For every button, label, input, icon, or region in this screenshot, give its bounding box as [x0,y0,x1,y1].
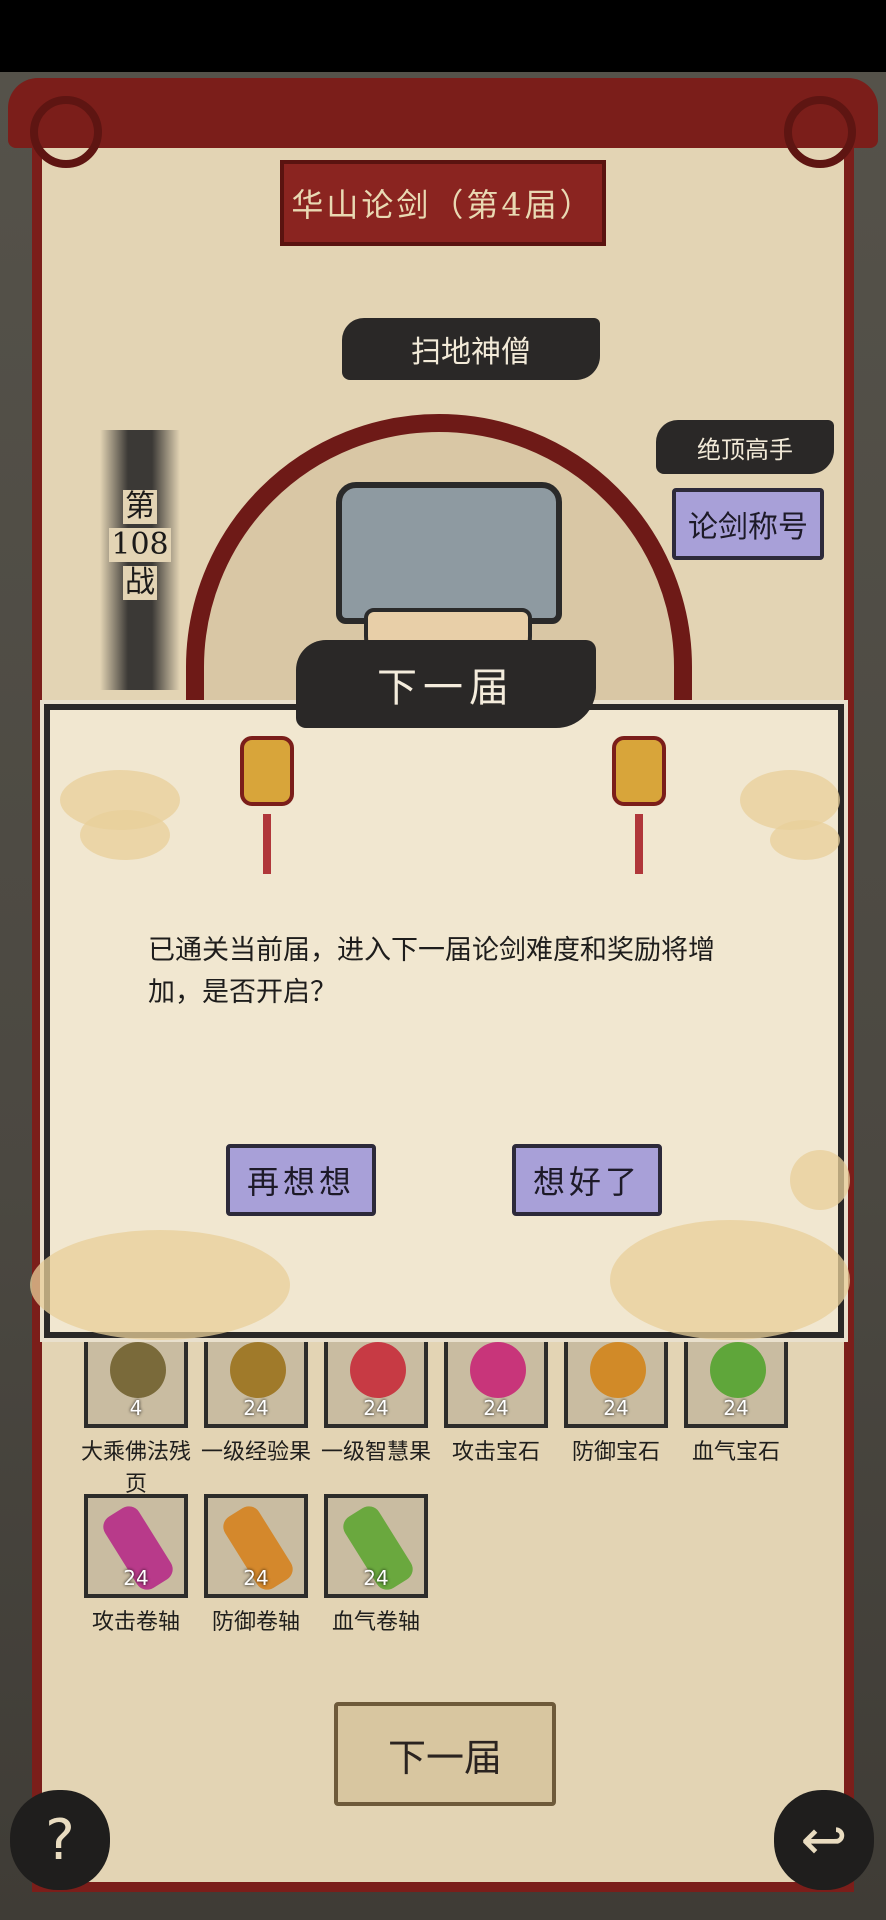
reward-count: 24 [603,1396,629,1420]
cloud-decoration [80,810,170,860]
monk-hat-icon [336,482,562,624]
reward-label: 一级智慧果 [320,1440,431,1465]
lantern-icon [240,736,294,806]
cancel-button[interactable]: 再想想 [226,1144,376,1216]
reward-label: 攻击卷轴 [91,1610,180,1635]
cloud-decoration [790,1150,850,1210]
reward-label: 一级经验果 [200,1440,311,1465]
help-icon[interactable]: ? [10,1790,110,1890]
reward-item[interactable]: 24 [204,1494,308,1598]
title-plaque: 华山论剑（第4届） [280,160,606,246]
reward-item[interactable]: 24 [84,1494,188,1598]
battle-number: 108 [109,527,171,562]
reward-item[interactable]: 24 [204,1324,308,1428]
radish-icon [350,1342,406,1398]
cloud-decoration [610,1220,850,1340]
frame-top-ornament [8,78,878,168]
reward-label: 血气宝石 [691,1440,780,1465]
reward-item[interactable]: 24 [324,1324,428,1428]
title-button[interactable]: 论剑称号 [672,488,824,560]
page-title: 华山论剑（第4届） [291,186,595,224]
cloud-decoration [770,820,840,860]
reward-count: 24 [243,1396,269,1420]
battle-count: 第 108 战 [100,430,180,690]
confirm-button[interactable]: 想好了 [512,1144,662,1216]
opponent-name: 扫地神僧 [342,318,600,380]
dialog-title: 下一届 [377,665,515,711]
reward-count: 4 [129,1396,143,1420]
next-season-button[interactable]: 下一届 [334,1702,556,1806]
gem-icon [590,1342,646,1398]
gem-icon [470,1342,526,1398]
lantern-icon [612,736,666,806]
next-season-dialog [30,704,850,1340]
battle-label-bottom: 战 [123,565,157,600]
reward-count: 24 [123,1566,149,1590]
reward-label: 攻击宝石 [451,1440,540,1465]
reward-label: 防御宝石 [571,1440,660,1465]
reward-count: 24 [243,1566,269,1590]
rank-title: 绝顶高手 [656,420,834,474]
scripture-icon [110,1342,166,1398]
reward-label: 血气卷轴 [331,1610,420,1635]
gem-icon [710,1342,766,1398]
back-icon[interactable]: ↩ [774,1790,874,1890]
tassel-icon [263,814,271,874]
reward-item[interactable]: 24 [564,1324,668,1428]
reward-count: 24 [363,1566,389,1590]
reward-count: 24 [363,1396,389,1420]
battle-label-top: 第 [123,489,157,524]
dialog-message: 已通关当前届，进入下一届论剑难度和奖励将增加，是否开启？ [148,935,715,1008]
reward-label: 大乘佛法残页 [80,1440,191,1497]
reward-item[interactable]: 24 [324,1494,428,1598]
tassel-icon [635,814,643,874]
reward-item[interactable]: 24 [444,1324,548,1428]
fruit-icon [230,1342,286,1398]
reward-label: 防御卷轴 [211,1610,300,1635]
reward-count: 24 [723,1396,749,1420]
cloud-decoration [30,1230,290,1340]
status-bar [0,0,886,72]
dialog-header: 下一届 [296,640,596,728]
reward-count: 24 [483,1396,509,1420]
